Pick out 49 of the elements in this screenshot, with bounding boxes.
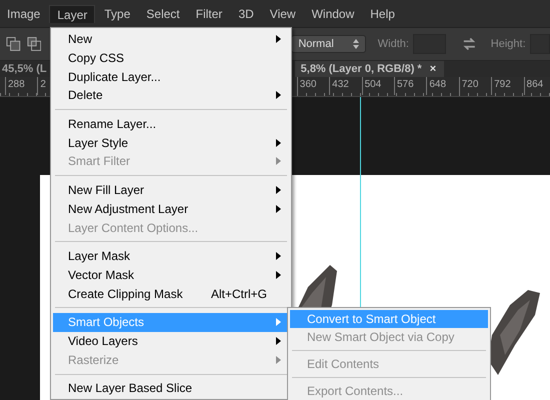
height-label: Height: bbox=[490, 38, 526, 50]
menu-item[interactable]: Layer Style bbox=[53, 133, 289, 152]
menu-item[interactable]: Vector Mask bbox=[53, 266, 289, 284]
submenu-arrow-icon bbox=[276, 186, 281, 194]
menu-item[interactable]: New Layer Based Slice bbox=[53, 379, 289, 398]
menu-item[interactable]: Filter bbox=[188, 4, 230, 23]
squares-icon[interactable] bbox=[6, 36, 21, 52]
menu-item[interactable]: View bbox=[262, 4, 303, 23]
ruler-label: 504 bbox=[362, 76, 394, 95]
menu-item[interactable]: Layer Mask bbox=[53, 246, 289, 266]
menu-item[interactable]: 3D bbox=[231, 4, 261, 23]
document-tab[interactable]: 5,8% (Layer 0, RGB/8) * × bbox=[294, 61, 444, 77]
menu-item[interactable]: Video Layers bbox=[53, 332, 289, 350]
squares-icon[interactable] bbox=[26, 36, 42, 52]
submenu-arrow-icon bbox=[276, 91, 281, 100]
submenu-arrow-icon bbox=[276, 35, 281, 44]
ruler-label: 720 bbox=[458, 76, 492, 95]
submenu-arrow-icon bbox=[276, 270, 281, 279]
ruler-label: 360 bbox=[296, 76, 330, 95]
blend-mode-dropdown[interactable]: Normal bbox=[291, 35, 366, 54]
ruler-label: 792 bbox=[491, 76, 524, 95]
menu-item[interactable]: Window bbox=[304, 4, 362, 23]
submenu-arrow-icon bbox=[276, 204, 281, 213]
up-down-arrows-icon bbox=[352, 39, 359, 50]
submenu-arrow-icon bbox=[276, 356, 281, 364]
menu-item[interactable]: Image bbox=[0, 4, 48, 23]
menu-item[interactable]: New Fill Layer bbox=[53, 180, 289, 200]
menu-item[interactable]: Type bbox=[97, 4, 138, 23]
submenu-arrow-icon bbox=[276, 336, 281, 345]
menu-item[interactable]: Rename Layer... bbox=[53, 114, 289, 134]
menu-item[interactable]: New bbox=[53, 30, 289, 49]
menu-item[interactable]: Help bbox=[363, 4, 402, 23]
menu-item[interactable]: New Adjustment Layer bbox=[53, 200, 289, 218]
menu-item[interactable]: Layer bbox=[49, 4, 96, 23]
width-label: Width: bbox=[378, 38, 409, 50]
menu-item[interactable]: Create Clipping Mask Alt+Ctrl+G bbox=[53, 284, 289, 303]
ruler-label: 648 bbox=[426, 76, 459, 95]
ruler-label: 576 bbox=[394, 76, 426, 95]
submenu-arrow-icon bbox=[276, 252, 281, 260]
swap-arrows-icon[interactable] bbox=[462, 36, 477, 52]
submenu-arrow-icon bbox=[276, 318, 281, 326]
ruler-label: 288 bbox=[5, 76, 38, 95]
menu-item[interactable]: Select bbox=[139, 4, 187, 23]
ruler-label: 432 bbox=[329, 76, 362, 95]
close-icon[interactable]: × bbox=[430, 63, 436, 76]
ruler-label: 864 bbox=[524, 76, 544, 95]
submenu-arrow-icon bbox=[276, 138, 281, 147]
menu-item[interactable]: Copy CSS bbox=[53, 48, 289, 68]
submenu-arrow-icon bbox=[276, 157, 281, 166]
